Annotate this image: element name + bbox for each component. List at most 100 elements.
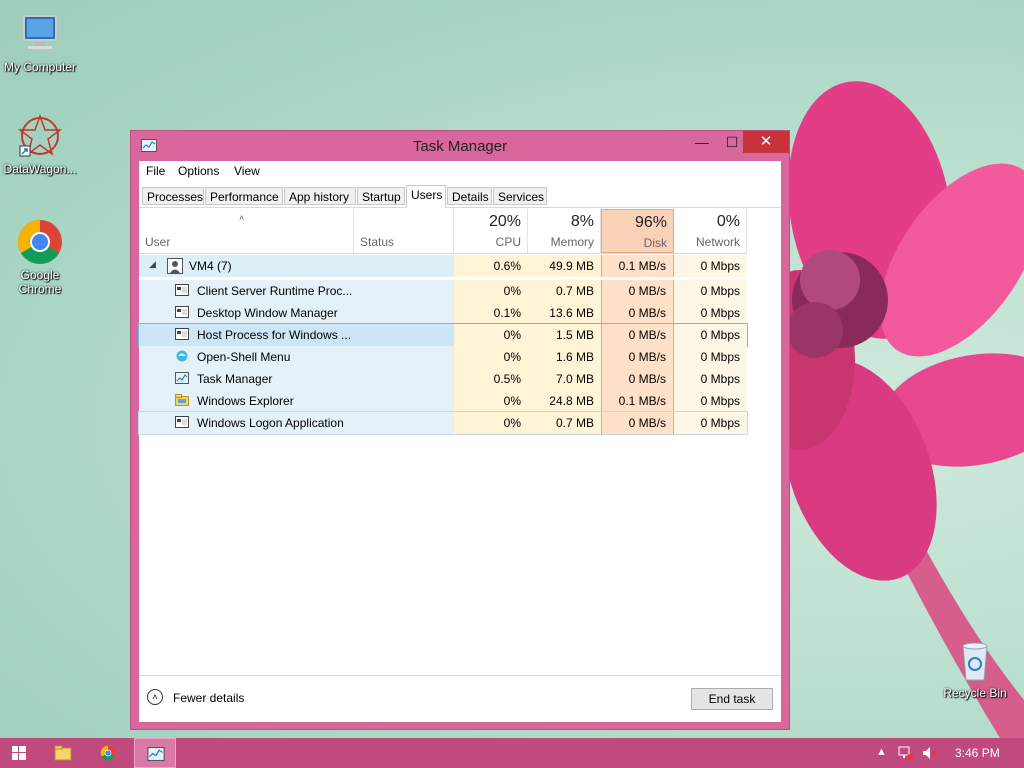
desktop-icon-datawagon[interactable]: DataWagon...	[0, 112, 80, 176]
table-header: ˄ User Status 20% CPU 8% Memory 96% Disk	[139, 209, 747, 254]
process-name: Open-Shell Menu	[197, 350, 291, 364]
title-bar[interactable]: Task Manager — ☐ ✕	[131, 131, 789, 161]
table-row[interactable]: Windows Logon Application 0% 0.7 MB 0 MB…	[138, 411, 748, 435]
cell-value: 0 Mbps	[700, 328, 740, 342]
column-header-status[interactable]: Status	[354, 209, 454, 253]
window-icon	[175, 416, 189, 428]
cell-disk: 0.1 MB/s	[601, 390, 674, 412]
taskbar: ▲ 3:46 PM	[0, 738, 1024, 768]
column-percent: 0%	[716, 213, 740, 230]
cell-value: 0 MB/s	[628, 350, 666, 364]
sort-arrow-icon: ˄	[239, 213, 245, 223]
process-name: Windows Logon Application	[197, 416, 344, 430]
cell-memory: 7.0 MB	[528, 368, 601, 390]
cell-value: 0 MB/s	[628, 306, 666, 320]
desktop-icon-recycle-bin[interactable]: Recycle Bin	[935, 636, 1015, 700]
cell-value: 0%	[503, 350, 521, 364]
table-row[interactable]: Windows Explorer 0% 24.8 MB 0.1 MB/s 0 M…	[139, 390, 747, 412]
cell-value: 49.9 MB	[549, 259, 594, 273]
chrome-icon	[100, 745, 116, 761]
process-name: Task Manager	[197, 372, 273, 386]
window-icon	[175, 328, 189, 340]
cell-value: 24.8 MB	[549, 394, 594, 408]
start-button[interactable]	[0, 738, 42, 768]
tab-services[interactable]: Services	[493, 187, 547, 205]
cell-memory: 0.7 MB	[528, 280, 601, 302]
cell-network: 0 Mbps	[674, 255, 747, 277]
menu-view[interactable]: View	[234, 164, 260, 178]
user-name: VM4 (7)	[189, 259, 232, 273]
tab-processes[interactable]: Processes	[142, 187, 204, 205]
cell-disk: 0 MB/s	[601, 412, 674, 434]
close-button[interactable]: ✕	[743, 131, 789, 153]
end-task-button[interactable]: End task	[691, 688, 773, 710]
cell-value: 7.0 MB	[555, 372, 594, 386]
tab-startup[interactable]: Startup	[357, 187, 405, 205]
tab-app-history[interactable]: App history	[284, 187, 356, 205]
cell-value: 0 Mbps	[700, 394, 740, 408]
cell-disk: 0 MB/s	[601, 302, 674, 324]
table-row[interactable]: Task Manager 0.5% 7.0 MB 0 MB/s 0 Mbps	[139, 368, 747, 390]
table-row-selected[interactable]: Host Process for Windows ... 0% 1.5 MB 0…	[138, 323, 748, 347]
desktop-icon-label: Recycle Bin	[943, 686, 1007, 700]
chrome-icon	[16, 218, 64, 266]
menu-file[interactable]: File	[146, 164, 165, 178]
taskbar-clock[interactable]: 3:46 PM	[955, 746, 1000, 760]
minimize-button[interactable]: —	[687, 131, 717, 153]
table-row[interactable]: Desktop Window Manager 0.1% 13.6 MB 0 MB…	[139, 302, 747, 324]
desktop-icon-my-computer[interactable]: My Computer	[0, 10, 80, 74]
cell-value: 0%	[503, 394, 521, 408]
cell-value: 0 Mbps	[700, 284, 740, 298]
show-hidden-icons-arrow-icon[interactable]: ▲	[876, 746, 887, 758]
cell-value: 0 Mbps	[700, 259, 740, 273]
taskbar-file-explorer[interactable]	[42, 738, 84, 768]
cell-network: 0 Mbps	[674, 302, 747, 324]
menu-options[interactable]: Options	[178, 164, 219, 178]
collapse-arrow-icon[interactable]: ◢	[149, 259, 156, 270]
column-header-disk[interactable]: 96% Disk	[601, 209, 674, 253]
tab-users[interactable]: Users	[406, 185, 446, 208]
chevron-up-icon: ˄	[147, 689, 163, 705]
cell-cpu: 0%	[454, 412, 528, 434]
cell-value: 0 Mbps	[700, 416, 740, 430]
column-header-user[interactable]: ˄ User	[139, 209, 354, 253]
cell-value: 1.5 MB	[555, 328, 594, 342]
column-label: User	[145, 235, 171, 249]
cell-cpu: 0.5%	[454, 368, 528, 390]
column-header-memory[interactable]: 8% Memory	[528, 209, 601, 253]
cell-disk: 0 MB/s	[601, 280, 674, 302]
taskbar-task-manager[interactable]	[134, 738, 176, 768]
desktop-icon-google-chrome[interactable]: Google Chrome	[0, 218, 80, 296]
fewer-details-label: Fewer details	[173, 691, 245, 705]
cell-value: 0 Mbps	[700, 372, 740, 386]
window-footer: ˄ Fewer details End task	[139, 675, 781, 722]
taskbar-chrome[interactable]	[88, 738, 130, 768]
network-icon[interactable]	[898, 745, 914, 761]
column-percent: 8%	[570, 213, 594, 230]
column-header-cpu[interactable]: 20% CPU	[454, 209, 528, 253]
table-row[interactable]: Client Server Runtime Proc... 0% 0.7 MB …	[139, 280, 747, 302]
cell-cpu: 0%	[454, 390, 528, 412]
column-header-network[interactable]: 0% Network	[674, 209, 747, 253]
cell-network: 0 Mbps	[674, 280, 747, 302]
process-name: Desktop Window Manager	[197, 306, 338, 320]
table-row[interactable]: Open-Shell Menu 0% 1.6 MB 0 MB/s 0 Mbps	[139, 346, 747, 368]
user-group-row[interactable]: ◢ VM4 (7) 0.6% 49.9 MB 0.1 MB/s 0 Mbps	[139, 255, 747, 277]
tab-details[interactable]: Details	[447, 187, 492, 205]
task-manager-window: Task Manager — ☐ ✕ File Options View Pro…	[130, 130, 790, 730]
cell-network: 0 Mbps	[674, 390, 747, 412]
tab-performance[interactable]: Performance	[205, 187, 283, 205]
cell-cpu: 0%	[454, 346, 528, 368]
window-icon	[175, 284, 189, 296]
cell-memory: 13.6 MB	[528, 302, 601, 324]
row-name-background	[139, 255, 454, 277]
taskmgr-icon	[175, 372, 189, 384]
desktop-icon-label: My Computer	[3, 60, 77, 74]
cell-value: 0.5%	[493, 372, 521, 386]
cell-disk: 0 MB/s	[601, 324, 674, 346]
cell-disk: 0 MB/s	[601, 346, 674, 368]
cell-memory: 1.6 MB	[528, 346, 601, 368]
volume-muted-icon[interactable]	[921, 745, 937, 761]
window-client-area: File Options View Processes Performance …	[138, 161, 781, 722]
desktop-icon-label: DataWagon...	[3, 162, 77, 176]
